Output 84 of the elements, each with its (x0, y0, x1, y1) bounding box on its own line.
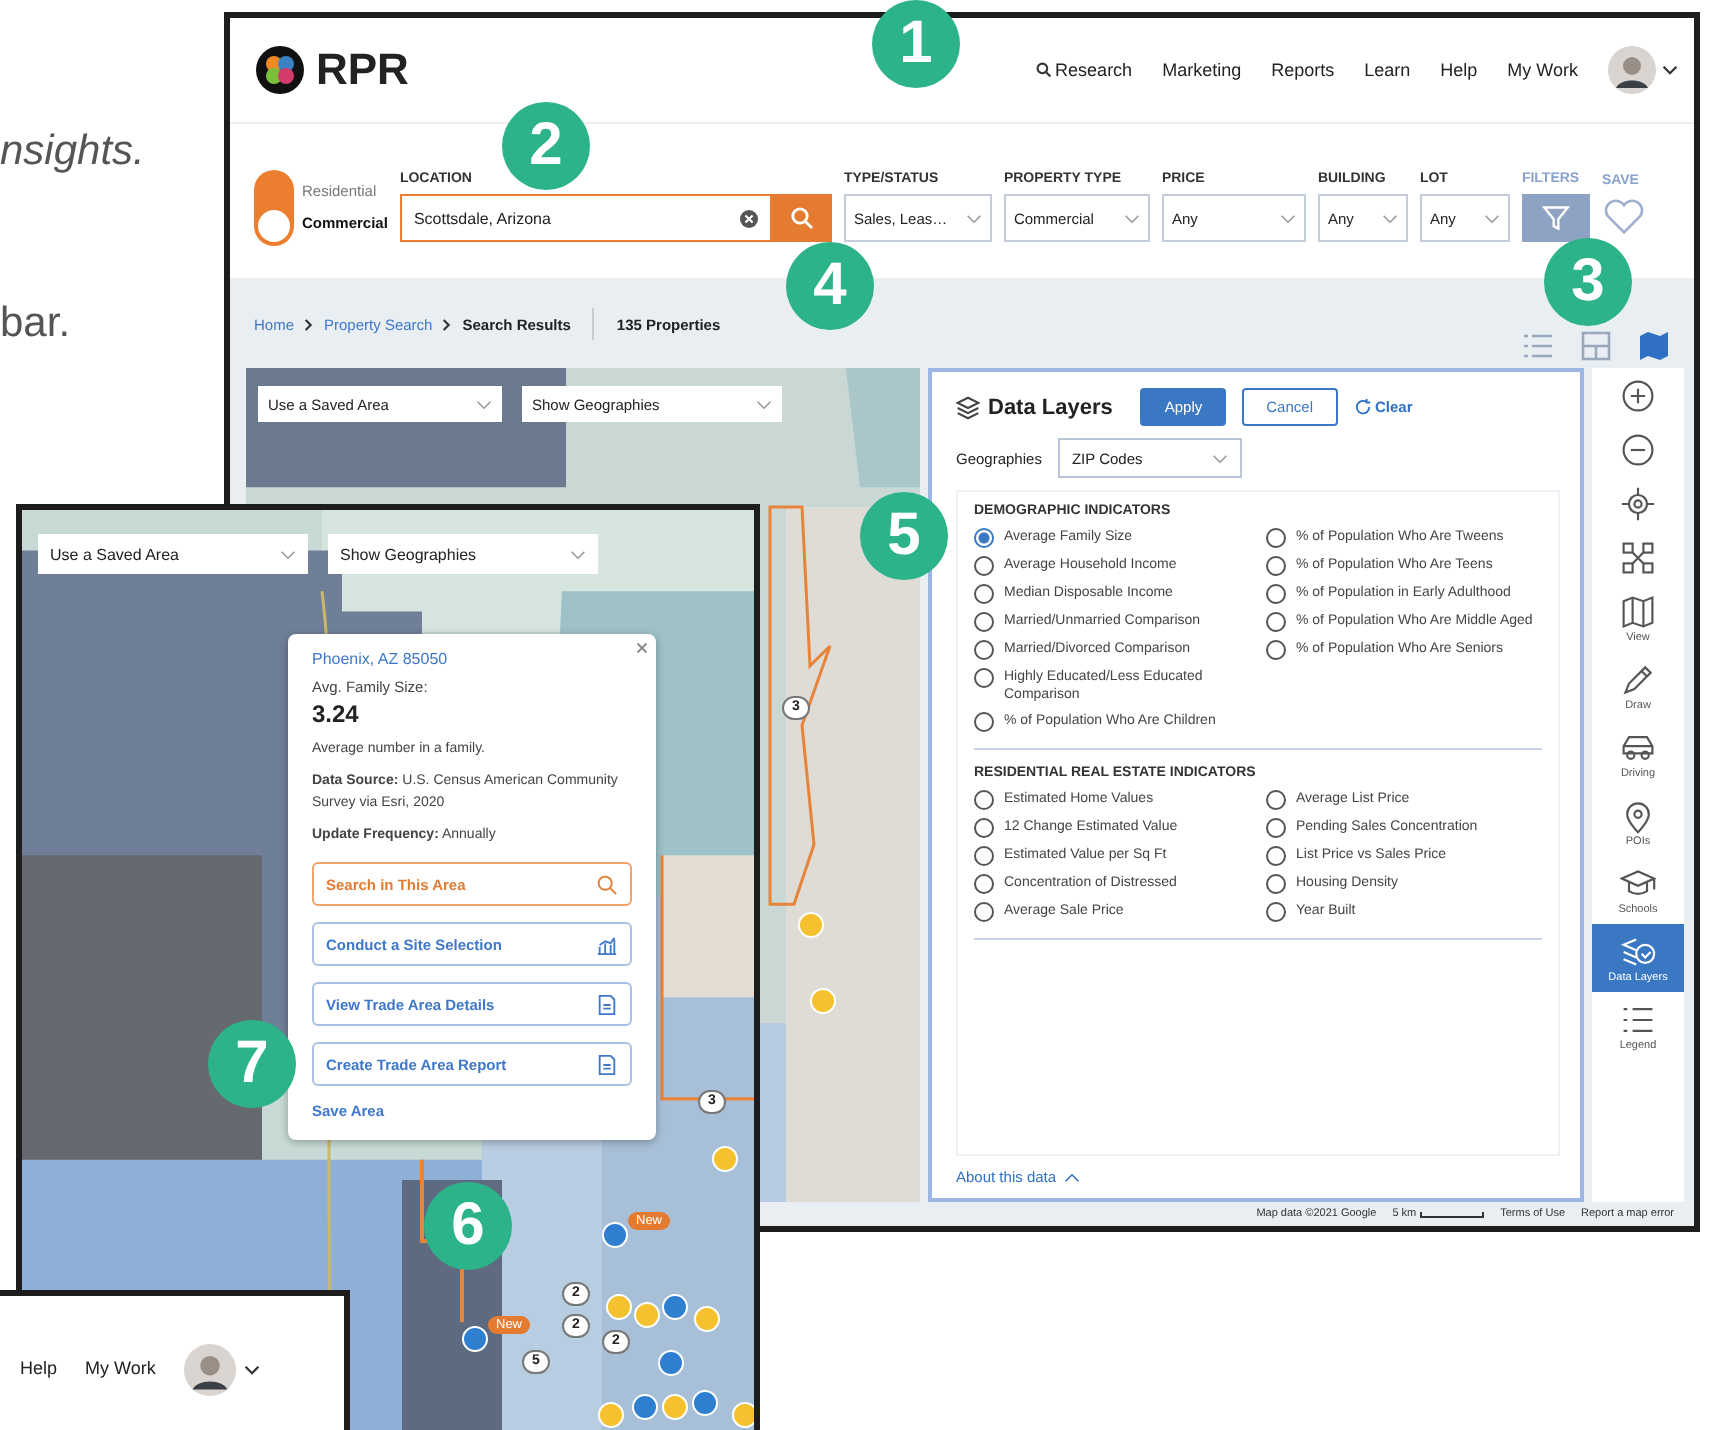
layers-icon (956, 395, 980, 419)
avatar-icon[interactable] (183, 1344, 236, 1396)
document-icon (596, 1053, 618, 1075)
radio-button[interactable] (1266, 874, 1286, 894)
radio-button[interactable] (974, 528, 994, 548)
filter-button[interactable] (1521, 194, 1590, 242)
toggle-switch[interactable] (254, 169, 294, 245)
cluster-icon (1620, 540, 1656, 576)
metric-value: 3.24 (312, 700, 361, 728)
document-icon (596, 993, 618, 1015)
radio-button[interactable] (974, 584, 994, 604)
caret-icon[interactable] (243, 1364, 260, 1376)
radio-button[interactable] (974, 874, 994, 894)
radio-button[interactable] (1266, 584, 1286, 604)
chevron-down-icon (1483, 213, 1500, 223)
zoom-out-icon (1620, 432, 1656, 468)
radio-button[interactable] (1266, 640, 1286, 660)
list-icon (1522, 330, 1554, 362)
radio-button[interactable] (974, 818, 994, 838)
area-link[interactable]: Phoenix, AZ 85050 (312, 650, 632, 668)
search-icon (1035, 62, 1052, 78)
nav-link[interactable]: My Work (85, 1358, 156, 1378)
chart-icon (596, 933, 618, 955)
chevron-down-icon (1211, 453, 1228, 463)
close-icon[interactable] (636, 642, 648, 654)
chevron-down-icon (1279, 213, 1296, 223)
map-icon (1638, 330, 1670, 362)
radio-button[interactable] (1266, 818, 1286, 838)
nav-link[interactable]: Help (20, 1358, 58, 1378)
chevron-down-icon (280, 549, 296, 559)
map-icon (1620, 594, 1656, 630)
page-text: bar. (0, 300, 71, 348)
nav-link[interactable]: Research (1035, 60, 1133, 80)
pencil-icon (1620, 662, 1656, 698)
chevron-down-icon (570, 549, 586, 559)
radio-button[interactable] (974, 902, 994, 922)
chevron-up-icon (1064, 1171, 1081, 1183)
radio-button[interactable] (1266, 556, 1286, 576)
nav-link[interactable]: Help (1440, 60, 1478, 80)
radio-button[interactable] (974, 712, 994, 732)
refresh-icon (1353, 398, 1371, 416)
panel-title: Data Layers (988, 395, 1113, 419)
radio-button[interactable] (974, 668, 994, 688)
page-text: nsights. (0, 128, 145, 176)
chevron-icon (442, 317, 453, 331)
layers-icon (1620, 934, 1656, 970)
list-icon (1620, 1002, 1656, 1038)
chevron-icon (304, 317, 315, 331)
chevron-down-icon (1381, 213, 1398, 223)
chevron-down-icon (756, 399, 772, 409)
funnel-icon (1541, 204, 1570, 232)
nav-link[interactable]: Reports (1271, 60, 1335, 80)
zoom-in-icon (1620, 378, 1656, 414)
radio-button[interactable] (1266, 790, 1286, 810)
locate-icon (1620, 486, 1656, 522)
logo-icon (254, 44, 306, 96)
radio-button[interactable] (974, 640, 994, 660)
map-dropdown[interactable]: Show Geographies (328, 534, 598, 574)
radio-button[interactable] (1266, 902, 1286, 922)
search-icon (789, 206, 814, 230)
clear-icon[interactable] (739, 209, 758, 227)
radio-button[interactable] (1266, 846, 1286, 866)
radio-button[interactable] (1266, 612, 1286, 632)
radio-button[interactable] (974, 790, 994, 810)
search-icon (596, 873, 618, 895)
search-button[interactable] (771, 194, 832, 242)
chevron-down-icon (1123, 213, 1140, 223)
location-field[interactable]: Scottsdale, Arizona (399, 194, 772, 242)
logo-text: RPR (316, 44, 409, 96)
chevron-down-icon (965, 213, 982, 223)
radio-button[interactable] (974, 556, 994, 576)
pin-icon (1620, 798, 1656, 834)
caret-icon[interactable] (1662, 64, 1678, 76)
nav-link[interactable]: Marketing (1162, 60, 1242, 80)
radio-button[interactable] (974, 846, 994, 866)
grid-icon (1580, 330, 1612, 362)
nav-link[interactable]: Learn (1364, 60, 1411, 80)
chevron-down-icon (476, 399, 492, 409)
car-icon (1620, 730, 1656, 766)
radio-button[interactable] (974, 612, 994, 632)
map-dropdown[interactable]: Use a Saved Area (38, 534, 308, 574)
avatar-icon[interactable] (1608, 46, 1656, 94)
nav-link[interactable]: My Work (1507, 60, 1578, 80)
radio-button[interactable] (1266, 528, 1286, 548)
